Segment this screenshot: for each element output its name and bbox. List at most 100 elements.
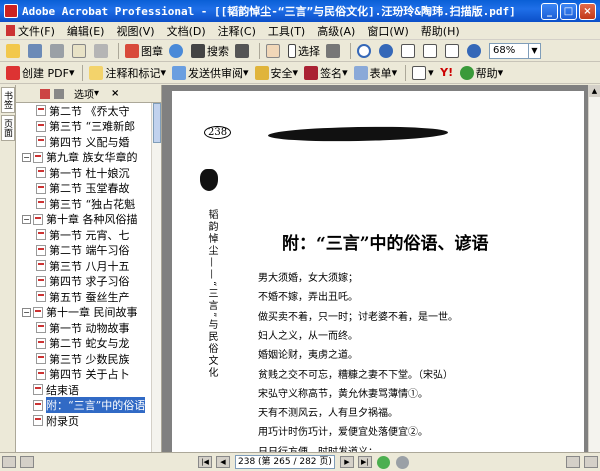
bookmark-item[interactable]: 第二节 《乔太守 bbox=[16, 103, 161, 119]
panel-options-menu[interactable]: 选项 bbox=[74, 86, 94, 101]
bookmark-item[interactable]: 第五节 蚕丝生产 bbox=[16, 289, 161, 305]
select-tool-button[interactable]: 选择 bbox=[286, 42, 322, 60]
document-scrollbar[interactable]: ▲ bbox=[588, 85, 600, 452]
secure-button[interactable]: 安全 ▾ bbox=[253, 64, 301, 82]
collapse-toggle-icon[interactable]: − bbox=[22, 214, 31, 224]
proverb-line: 妇人之义，从一而终。 bbox=[258, 330, 358, 342]
bookmark-item[interactable]: 结束语 bbox=[16, 382, 161, 398]
organizer-button[interactable]: 图章 bbox=[123, 42, 165, 60]
delete-bookmark-icon[interactable] bbox=[40, 88, 50, 99]
bookmark-item[interactable]: 第四节 关于占卜 bbox=[16, 367, 161, 383]
open-button[interactable] bbox=[4, 42, 24, 60]
new-bookmark-icon[interactable] bbox=[54, 88, 64, 99]
send-review-button[interactable]: 发送供审阅 ▾ bbox=[170, 64, 251, 82]
email-button[interactable] bbox=[70, 42, 90, 60]
actual-size-button[interactable] bbox=[399, 42, 419, 60]
first-page-button[interactable]: |◀ bbox=[198, 456, 212, 468]
previous-page-button[interactable]: ◀ bbox=[216, 456, 230, 468]
bookmark-icon bbox=[36, 105, 46, 117]
bookmark-label: 附录页 bbox=[46, 414, 79, 428]
page-layout-continuous-icon[interactable] bbox=[20, 456, 34, 468]
menu-view[interactable]: 视图(V) bbox=[110, 23, 160, 39]
zoom-tool-button[interactable] bbox=[355, 42, 375, 60]
bookmark-item[interactable]: 第三节 “三难新郎 bbox=[16, 119, 161, 135]
yahoo-button[interactable]: Y! bbox=[438, 64, 456, 82]
tab-bookmarks[interactable]: 书签 bbox=[1, 87, 15, 113]
bookmark-item[interactable]: 第一节 杜十娘沉 bbox=[16, 165, 161, 181]
zoom-out-button[interactable] bbox=[377, 42, 397, 60]
tab-pages[interactable]: 页面 bbox=[1, 115, 15, 141]
collapse-toggle-icon[interactable]: − bbox=[22, 307, 31, 317]
last-page-button[interactable]: ▶| bbox=[357, 456, 372, 468]
bookmark-item[interactable]: − 第十一章 民间故事 bbox=[16, 305, 161, 321]
go-back-icon[interactable] bbox=[376, 455, 390, 469]
hand-tool-button[interactable] bbox=[264, 42, 284, 60]
layout-toggle-icon[interactable] bbox=[566, 456, 580, 468]
menu-edit[interactable]: 编辑(E) bbox=[61, 23, 111, 39]
search-button[interactable]: 搜索 bbox=[189, 42, 231, 60]
zoom-level-field[interactable]: 68% bbox=[489, 42, 529, 59]
comment-markup-button[interactable]: 注释和标记 ▾ bbox=[87, 64, 168, 82]
create-pdf-button[interactable]: 创建 PDF ▾ bbox=[4, 64, 76, 82]
fit-page-button[interactable] bbox=[421, 42, 441, 60]
bookmark-icon bbox=[36, 229, 46, 241]
scrollbar-thumb[interactable] bbox=[153, 103, 161, 143]
menu-document[interactable]: 文档(D) bbox=[161, 23, 212, 39]
bookmark-item[interactable]: − 第十章 各种风俗描 bbox=[16, 212, 161, 228]
forms-label: 表单 bbox=[369, 66, 392, 80]
bookmark-scrollbar[interactable] bbox=[151, 103, 161, 452]
web-button[interactable] bbox=[167, 42, 187, 60]
save-button[interactable] bbox=[26, 42, 46, 60]
bookmark-item[interactable]: 第一节 元宵、七 bbox=[16, 227, 161, 243]
menu-window[interactable]: 窗口(W) bbox=[361, 23, 414, 39]
page-number-field[interactable]: 238 (第 265 / 282 页) bbox=[235, 455, 335, 469]
close-button[interactable]: × bbox=[579, 2, 596, 20]
acrobat-app-icon[interactable] bbox=[4, 4, 18, 18]
menu-help[interactable]: 帮助(H) bbox=[415, 23, 466, 39]
bookmark-item[interactable]: 第二节 玉堂春故 bbox=[16, 181, 161, 197]
bookmark-item[interactable]: 第二节 端午习俗 bbox=[16, 243, 161, 259]
menu-advanced[interactable]: 高级(A) bbox=[311, 23, 361, 39]
bookmark-item[interactable]: 第二节 蛇女与龙 bbox=[16, 336, 161, 352]
menu-file[interactable]: 文件(F) bbox=[4, 23, 61, 39]
bookmark-item[interactable]: − 第九章 族女华章的 bbox=[16, 150, 161, 166]
scroll-up-arrow[interactable]: ▲ bbox=[589, 85, 600, 97]
bookmark-item[interactable]: 第四节 义配与婚 bbox=[16, 134, 161, 150]
toolbar-separator bbox=[405, 64, 407, 81]
bookmark-item[interactable]: 第三节 “独占花魁 bbox=[16, 196, 161, 212]
document-pane[interactable]: 238 韬韵悼尘——“三言”与民俗文化 附：“三言”中的俗语、谚语 男大须婚，女… bbox=[162, 85, 588, 452]
text-cursor-icon bbox=[288, 43, 296, 58]
bookmark-item[interactable]: 附：“三言”中的俗语 bbox=[16, 397, 161, 414]
bookmark-label: 第二节 《乔太守 bbox=[49, 104, 130, 118]
zoom-dropdown-arrow[interactable]: ▼ bbox=[529, 42, 541, 59]
camera-icon bbox=[326, 43, 340, 58]
page-layout-single-icon[interactable] bbox=[2, 456, 16, 468]
snapshot-button[interactable] bbox=[324, 42, 344, 60]
menu-comments[interactable]: 注释(C) bbox=[212, 23, 262, 39]
maximize-button[interactable]: □ bbox=[560, 2, 577, 20]
next-page-button[interactable]: ▶ bbox=[339, 456, 354, 468]
bookmark-item[interactable]: 第一节 动物故事 bbox=[16, 320, 161, 336]
bookmark-item[interactable]: 第三节 少数民族 bbox=[16, 351, 161, 367]
chevron-down-icon[interactable]: ▾ bbox=[94, 88, 99, 99]
collapse-toggle-icon[interactable]: − bbox=[22, 152, 31, 162]
stamp-button[interactable] bbox=[233, 42, 253, 60]
minimize-button[interactable]: _ bbox=[541, 2, 558, 20]
bookmark-item[interactable]: 附录页 bbox=[16, 413, 161, 429]
help-button[interactable]: 帮助 ▾ bbox=[458, 64, 506, 82]
proverb-line: 用巧计时伤巧计，爱便宜处落便宜②。 bbox=[258, 427, 428, 439]
layout-toggle-icon[interactable] bbox=[584, 456, 598, 468]
bookmark-item[interactable]: 第三节 八月十五 bbox=[16, 258, 161, 274]
panel-close-button[interactable]: × bbox=[111, 88, 119, 99]
sign-button[interactable]: 签名 ▾ bbox=[302, 64, 350, 82]
print-button[interactable] bbox=[48, 42, 68, 60]
attach-button[interactable] bbox=[92, 42, 112, 60]
zoom-in-button[interactable] bbox=[465, 42, 485, 60]
forms-button[interactable]: 表单 ▾ bbox=[352, 64, 400, 82]
status-bar: |◀ ◀ 238 (第 265 / 282 页) ▶ ▶| bbox=[0, 452, 600, 471]
fit-width-button[interactable] bbox=[443, 42, 463, 60]
go-forward-icon[interactable] bbox=[395, 455, 409, 469]
page-layout-button[interactable]: ▾ bbox=[410, 64, 436, 82]
menu-tools[interactable]: 工具(T) bbox=[262, 23, 311, 39]
bookmark-item[interactable]: 第四节 求子习俗 bbox=[16, 274, 161, 290]
